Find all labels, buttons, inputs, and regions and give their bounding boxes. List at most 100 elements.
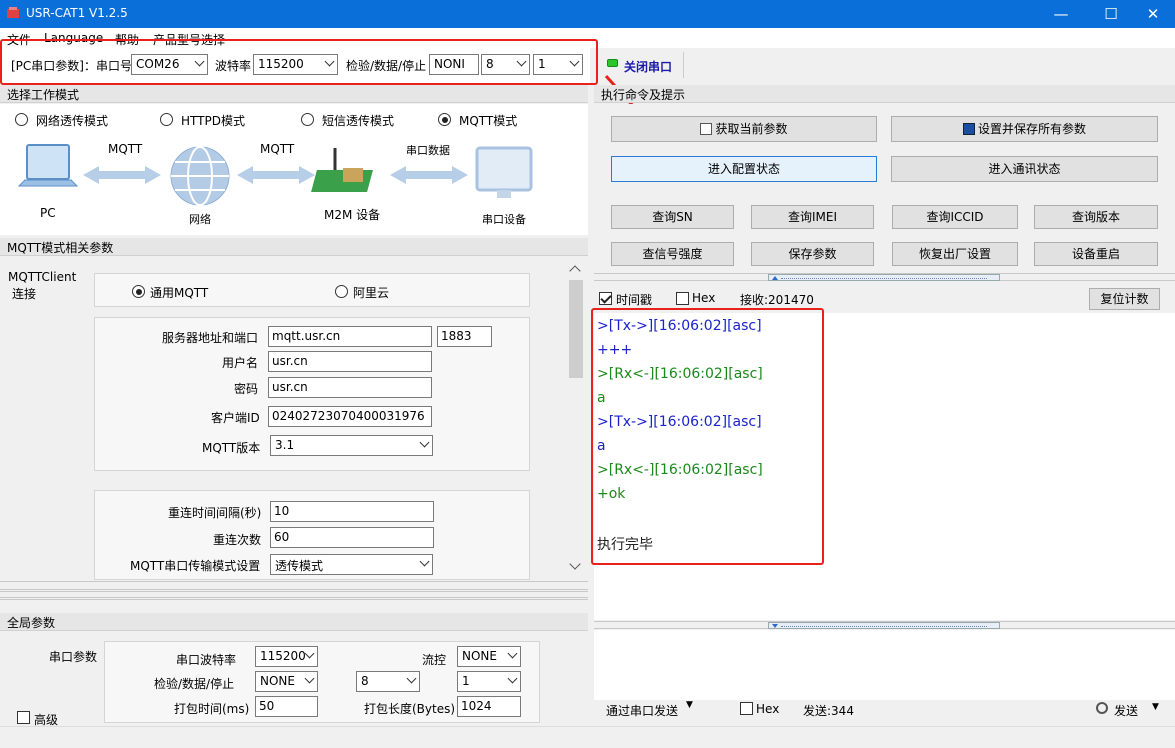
baud-label: 波特率: [215, 59, 252, 73]
send-via-label[interactable]: 通过串口发送: [606, 702, 678, 719]
scroll-thumb[interactable]: [569, 280, 583, 378]
radio-generic-mqtt[interactable]: [132, 285, 145, 298]
save-icon: [962, 123, 975, 135]
hex-label: Hex: [692, 291, 716, 305]
send-gear-icon[interactable]: [1096, 702, 1108, 714]
version-label: MQTT版本: [202, 441, 261, 455]
left-splitter[interactable]: [0, 581, 588, 607]
mode-label-sms: 短信透传模式: [322, 114, 395, 128]
parity-select[interactable]: NONI: [429, 54, 479, 75]
sent-count: 发送:344: [803, 704, 854, 718]
global-heading: 全局参数: [0, 613, 588, 631]
global-parity-label: 检验/数据/停止: [154, 677, 235, 691]
query-signal-button[interactable]: 查信号强度: [611, 242, 734, 266]
user-input[interactable]: usr.cn: [268, 351, 432, 372]
dropdown-arrow-icon[interactable]: ▼: [686, 700, 693, 710]
client-id-input[interactable]: 02402723070400031976: [268, 406, 432, 427]
radio-aliyun[interactable]: [335, 285, 348, 298]
log-line: a: [597, 438, 606, 454]
collapse-up-icon[interactable]: [768, 274, 1000, 281]
log-line: 执行完毕: [597, 537, 653, 553]
advanced-checkbox[interactable]: [17, 711, 30, 724]
arrow-left-right-icon: [83, 166, 161, 184]
reconnect-interval-input[interactable]: 10: [270, 501, 434, 522]
log-line: >[Rx<-][16:06:02][asc]: [597, 462, 763, 478]
right-splitter-bottom[interactable]: [594, 621, 1175, 629]
aliyun-label: 阿里云: [353, 286, 390, 300]
port-select[interactable]: COM26: [131, 54, 208, 75]
minimize-icon[interactable]: —: [1038, 0, 1084, 28]
port-input[interactable]: 1883: [437, 326, 492, 347]
user-label: 用户名: [222, 356, 259, 370]
mode-label-httpd: HTTPD模式: [181, 114, 245, 128]
global-flow-select[interactable]: NONE: [457, 646, 521, 667]
global-flow-label: 流控: [422, 653, 447, 667]
enter-config-button[interactable]: 进入配置状态: [611, 156, 877, 182]
m2m-device-icon: [311, 148, 373, 192]
diagram-serial-data-label: 串口数据: [406, 144, 450, 157]
global-stopbits-select[interactable]: 1: [457, 671, 521, 692]
log-line: +++: [597, 342, 633, 358]
mqtt-scrollbar[interactable]: [567, 262, 587, 578]
mode-radio-network[interactable]: [15, 113, 28, 126]
get-params-button[interactable]: 获取当前参数: [611, 116, 877, 142]
serial-mode-select[interactable]: 透传模式: [270, 554, 433, 575]
diagram-net-label: 网络: [189, 213, 211, 226]
timestamp-checkbox[interactable]: [599, 292, 612, 305]
mode-radio-httpd[interactable]: [160, 113, 173, 126]
query-iccid-button[interactable]: 查询ICCID: [892, 205, 1018, 229]
reset-count-button[interactable]: 复位计数: [1089, 288, 1160, 310]
serial-mode-label: MQTT串口传输模式设置: [130, 559, 261, 573]
global-parity-select[interactable]: NONE: [255, 671, 318, 692]
databits-select[interactable]: 8: [481, 54, 530, 75]
pc-icon: [17, 144, 79, 187]
query-sn-button[interactable]: 查询SN: [611, 205, 734, 229]
stopbits-select[interactable]: 1: [533, 54, 583, 75]
save-all-button[interactable]: 设置并保存所有参数: [891, 116, 1158, 142]
server-label: 服务器地址和端口: [162, 331, 259, 345]
close-icon[interactable]: ✕: [1130, 0, 1175, 28]
title-bar: USR-CAT1 V1.2.5 — ☐ ✕: [0, 0, 1175, 28]
pack-len-input[interactable]: 1024: [457, 696, 521, 717]
global-databits-select[interactable]: 8: [356, 671, 420, 692]
collapse-down-icon[interactable]: [768, 622, 1000, 629]
right-splitter-top[interactable]: [594, 273, 1175, 281]
server-input[interactable]: mqtt.usr.cn: [268, 326, 432, 347]
send-hex-label: Hex: [756, 702, 780, 716]
diagram-serial-device-label: 串口设备: [482, 213, 526, 226]
diagram-pc-label: PC: [40, 206, 56, 220]
save-params-button[interactable]: 保存参数: [751, 242, 874, 266]
factory-reset-button[interactable]: 恢复出厂设置: [892, 242, 1018, 266]
enter-comm-button[interactable]: 进入通讯状态: [891, 156, 1158, 182]
version-select[interactable]: 3.1: [270, 435, 433, 456]
global-baud-label: 串口波特率: [176, 653, 237, 667]
query-version-button[interactable]: 查询版本: [1034, 205, 1158, 229]
pwd-input[interactable]: usr.cn: [268, 377, 432, 398]
timestamp-label: 时间戳: [616, 293, 653, 307]
send-button[interactable]: 发送: [1114, 702, 1138, 719]
pack-time-input[interactable]: 50: [255, 696, 318, 717]
global-baud-select[interactable]: 115200: [255, 646, 318, 667]
global-serial-label: 串口参数: [49, 650, 98, 664]
baud-select[interactable]: 115200: [253, 54, 338, 75]
reconnect-interval-label: 重连时间间隔(秒): [168, 506, 262, 520]
mode-radio-sms[interactable]: [301, 113, 314, 126]
log-line: +ok: [597, 486, 626, 502]
query-imei-button[interactable]: 查询IMEI: [751, 205, 874, 229]
log-line: >[Tx->][16:06:02][asc]: [597, 414, 762, 430]
device-restart-button[interactable]: 设备重启: [1034, 242, 1158, 266]
send-input[interactable]: [594, 630, 1175, 700]
diagram-mqtt-label-1: MQTT: [108, 142, 143, 156]
send-dropdown-icon[interactable]: ▼: [1152, 702, 1159, 712]
maximize-icon[interactable]: ☐: [1088, 0, 1134, 28]
mode-label-mqtt: MQTT模式: [459, 114, 518, 128]
scroll-up-icon[interactable]: [569, 265, 581, 277]
mode-radio-mqtt[interactable]: [438, 113, 451, 126]
generic-mqtt-label: 通用MQTT: [150, 286, 209, 300]
scroll-down-icon[interactable]: [569, 558, 581, 570]
reconnect-count-input[interactable]: 60: [270, 527, 434, 548]
reconnect-count-label: 重连次数: [213, 533, 262, 547]
arrow-left-right-icon: [390, 166, 468, 184]
hex-checkbox[interactable]: [676, 292, 689, 305]
send-hex-checkbox[interactable]: [740, 702, 753, 715]
